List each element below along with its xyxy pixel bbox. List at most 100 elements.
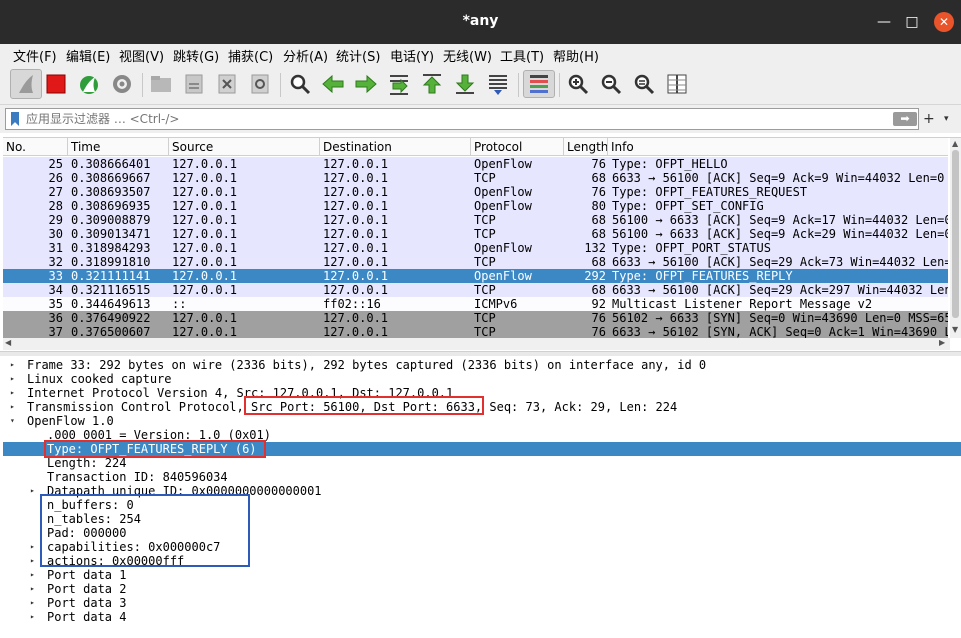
back-arrow-icon[interactable] (320, 70, 346, 98)
column-header-destination[interactable]: Destination (323, 140, 392, 154)
column-header-no[interactable]: No. (6, 140, 26, 154)
scroll-right-icon[interactable]: ▶ (939, 338, 945, 347)
tree-expand-icon[interactable]: ▸ (10, 386, 15, 400)
table-row[interactable]: 35 0.344649613:: ff02::16 ICMPv6 92 Multicast… (3, 297, 948, 311)
tree-expand-icon[interactable]: ▸ (30, 540, 35, 554)
colorize-icon[interactable] (523, 70, 555, 98)
packet-list-vertical-scrollbar[interactable]: ▲ ▼ (950, 138, 961, 338)
table-row[interactable]: 34 0.321116515 127.0.0.1 127.0.0.1 TCP 68 6633… (3, 283, 948, 297)
chevron-down-icon[interactable]: ▾ (944, 114, 949, 124)
column-header-source[interactable]: Source (172, 140, 213, 154)
table-row[interactable]: 29 0.309008879 127.0.0.1 127.0.0.1 TCP 68 5610… (3, 213, 948, 227)
restart-icon[interactable] (76, 70, 102, 98)
stop-icon[interactable] (43, 70, 69, 98)
save-file-icon[interactable] (181, 70, 207, 98)
menu-telephony[interactable]: 电话(Y) (390, 46, 434, 65)
scroll-up-icon[interactable]: ▲ (952, 139, 958, 148)
shark-fin-icon[interactable] (10, 69, 42, 99)
table-row[interactable]: 28 0.308696935 127.0.0.1 127.0.0.1 OpenFlow 8… (3, 199, 948, 213)
add-filter-icon[interactable]: + (923, 111, 935, 127)
scroll-down-icon[interactable]: ▼ (952, 325, 958, 334)
column-divider[interactable] (563, 138, 564, 156)
tree-collapse-icon[interactable]: ▾ (10, 414, 15, 428)
tree-item[interactable]: ▾ OpenFlow 1.0 (3, 414, 961, 428)
last-packet-icon[interactable] (452, 70, 478, 98)
table-row[interactable]: 31 0.318984293 127.0.0.1 127.0.0.1 OpenFlow 1… (3, 241, 948, 255)
table-row[interactable]: 26 0.308669667 127.0.0.1 127.0.0.1 TCP 68 6633… (3, 171, 948, 185)
menu-file[interactable]: 文件(F) (13, 46, 57, 65)
tree-expand-icon[interactable]: ▸ (10, 372, 15, 386)
column-header-info[interactable]: Info (611, 140, 634, 154)
menu-go[interactable]: 跳转(G) (173, 46, 219, 65)
autoscroll-icon[interactable] (485, 70, 511, 98)
menu-view[interactable]: 视图(V) (119, 46, 164, 65)
table-row[interactable]: 25 0.308666401 127.0.0.1 127.0.0.1 OpenFlow 7… (3, 157, 948, 171)
tree-item-label: Linux cooked capture (27, 372, 172, 386)
tree-item[interactable]: ▸ Port data 4 (3, 610, 961, 624)
close-file-icon[interactable] (214, 70, 240, 98)
column-header-length[interactable]: Length (567, 140, 608, 154)
bookmark-icon[interactable] (11, 112, 19, 126)
open-folder-icon[interactable] (148, 70, 174, 98)
column-header-time[interactable]: Time (71, 140, 100, 154)
tree-item[interactable]: ▸ Frame 33: 292 bytes on wire (2336 bits)… (3, 358, 961, 372)
options-gear-icon[interactable] (109, 70, 135, 98)
reload-icon[interactable] (247, 70, 273, 98)
tree-expand-icon[interactable]: ▸ (30, 568, 35, 582)
column-divider[interactable] (607, 138, 608, 156)
go-to-packet-icon[interactable] (386, 70, 412, 98)
tree-item[interactable]: ▸ Linux cooked capture (3, 372, 961, 386)
table-row[interactable]: 30 0.309013471 127.0.0.1 127.0.0.1 TCP 68 5610… (3, 227, 948, 241)
forward-arrow-icon[interactable] (353, 70, 379, 98)
tree-expand-icon[interactable]: ▸ (30, 610, 35, 624)
toolbar-separator (518, 73, 519, 97)
packet-protocol: ICMPv6 (474, 297, 518, 311)
packet-protocol: TCP (474, 213, 496, 227)
display-filter-input[interactable] (26, 111, 886, 127)
apply-filter-icon[interactable]: ➡ (893, 112, 917, 126)
resize-columns-icon[interactable] (664, 70, 690, 98)
menu-help[interactable]: 帮助(H) (553, 46, 599, 65)
menu-capture[interactable]: 捕获(C) (228, 46, 273, 65)
scroll-left-icon[interactable]: ◀ (5, 338, 11, 347)
packet-time: 0.318991810 (71, 255, 151, 269)
tree-expand-icon[interactable]: ▸ (30, 596, 35, 610)
tree-item[interactable]: ▸ Port data 3 (3, 596, 961, 610)
menu-analyze[interactable]: 分析(A) (283, 46, 328, 65)
find-icon[interactable] (287, 70, 313, 98)
maximize-icon[interactable]: □ (902, 12, 922, 32)
menu-wireless[interactable]: 无线(W) (443, 46, 492, 65)
zoom-out-icon[interactable] (598, 70, 624, 98)
menu-tools[interactable]: 工具(T) (500, 46, 544, 65)
first-packet-icon[interactable] (419, 70, 445, 98)
tree-item[interactable]: Transaction ID: 840596034 (3, 470, 961, 484)
tree-expand-icon[interactable]: ▸ (30, 582, 35, 596)
tree-expand-icon[interactable]: ▸ (30, 484, 35, 498)
tree-expand-icon[interactable]: ▸ (10, 358, 15, 372)
tree-item[interactable]: Length: 224 (3, 456, 961, 470)
menu-statistics[interactable]: 统计(S) (336, 46, 380, 65)
close-icon[interactable]: ✕ (934, 12, 954, 32)
zoom-normal-icon[interactable] (631, 70, 657, 98)
tree-item[interactable]: ▸ Port data 2 (3, 582, 961, 596)
table-row[interactable]: 37 0.376500607 127.0.0.1 127.0.0.1 TCP 76 6633… (3, 325, 948, 339)
table-row[interactable]: 36 0.376490922 127.0.0.1 127.0.0.1 TCP 76 5610… (3, 311, 948, 325)
highlight-type-box (44, 440, 266, 458)
tree-expand-icon[interactable]: ▸ (10, 400, 15, 414)
zoom-in-icon[interactable] (565, 70, 591, 98)
packet-list-horizontal-scrollbar[interactable]: ◀ ▶ (3, 338, 950, 350)
table-row[interactable]: 32 0.318991810 127.0.0.1 127.0.0.1 TCP 68 6633… (3, 255, 948, 269)
packet-destination: 127.0.0.1 (323, 311, 389, 325)
tree-item[interactable]: ▸ Port data 1 (3, 568, 961, 582)
menu-edit[interactable]: 编辑(E) (66, 46, 110, 65)
column-divider[interactable] (319, 138, 320, 156)
column-divider[interactable] (168, 138, 169, 156)
minimize-icon[interactable]: — (874, 12, 894, 32)
column-divider[interactable] (470, 138, 471, 156)
scrollbar-thumb[interactable] (952, 150, 959, 318)
column-divider[interactable] (67, 138, 68, 156)
column-header-protocol[interactable]: Protocol (474, 140, 522, 154)
table-row[interactable]: 27 0.308693507 127.0.0.1 127.0.0.1 OpenFlow 7… (3, 185, 948, 199)
table-row[interactable]: 33 0.321111141 127.0.0.1 127.0.0.1 OpenFlow 2… (3, 269, 948, 283)
tree-expand-icon[interactable]: ▸ (30, 554, 35, 568)
